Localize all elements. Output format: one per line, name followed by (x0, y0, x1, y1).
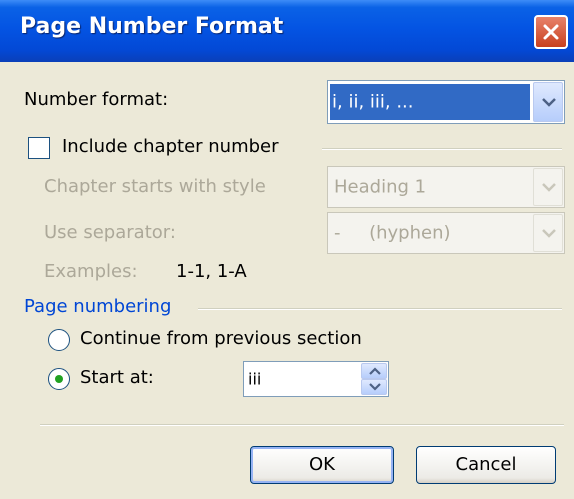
page-number-format-dialog: Page Number Format Number format: i, ii,… (0, 0, 574, 499)
start-at-radio[interactable] (48, 368, 70, 390)
chevron-down-icon (542, 229, 556, 238)
start-at-label: Start at: (80, 367, 154, 388)
number-format-label: Number format: (24, 89, 169, 110)
page-numbering-separator-line (198, 308, 562, 310)
chapter-style-dropdown-button[interactable] (533, 168, 563, 206)
chapter-style-label: Chapter starts with style (44, 176, 266, 197)
chapter-style-value: Heading 1 (334, 176, 427, 198)
chevron-down-icon (542, 183, 556, 192)
start-at-radio-dot (55, 375, 63, 383)
separator-dropdown-button[interactable] (533, 214, 563, 252)
close-button[interactable] (534, 15, 568, 49)
bottom-separator-line (40, 424, 564, 426)
page-numbering-group-label: Page numbering (24, 296, 172, 317)
examples-value: 1-1, 1-A (176, 261, 247, 282)
examples-label: Examples: (44, 261, 138, 282)
ok-button[interactable]: OK (250, 446, 394, 484)
chevron-down-icon (542, 98, 556, 107)
start-at-stepper[interactable]: iii (243, 361, 389, 397)
chapter-separator-line (322, 148, 562, 150)
title-bar[interactable]: Page Number Format (0, 0, 574, 62)
number-format-dropdown[interactable]: i, ii, iii, ... (327, 80, 565, 124)
number-format-dropdown-button[interactable] (533, 82, 563, 122)
spin-down-button[interactable] (361, 379, 387, 395)
dialog-body: Number format: i, ii, iii, ... Include c… (0, 62, 574, 499)
separator-label: Use separator: (44, 222, 176, 243)
separator-dropdown[interactable]: - (hyphen) (327, 212, 565, 254)
spin-up-icon (369, 367, 381, 375)
separator-value: - (hyphen) (334, 222, 451, 244)
close-icon (543, 24, 559, 40)
continue-label: Continue from previous section (80, 328, 362, 349)
number-format-value: i, ii, iii, ... (332, 91, 414, 113)
start-at-value: iii (248, 369, 262, 389)
include-chapter-checkbox[interactable] (28, 137, 50, 159)
cancel-button[interactable]: Cancel (416, 446, 556, 484)
chapter-style-dropdown[interactable]: Heading 1 (327, 166, 565, 208)
number-format-selection: i, ii, iii, ... (330, 84, 530, 120)
start-at-spin-buttons (361, 363, 387, 395)
include-chapter-label: Include chapter number (62, 136, 279, 157)
spin-up-button[interactable] (361, 363, 387, 379)
spin-down-icon (369, 383, 381, 391)
continue-radio[interactable] (48, 329, 70, 351)
dialog-title: Page Number Format (20, 14, 284, 39)
